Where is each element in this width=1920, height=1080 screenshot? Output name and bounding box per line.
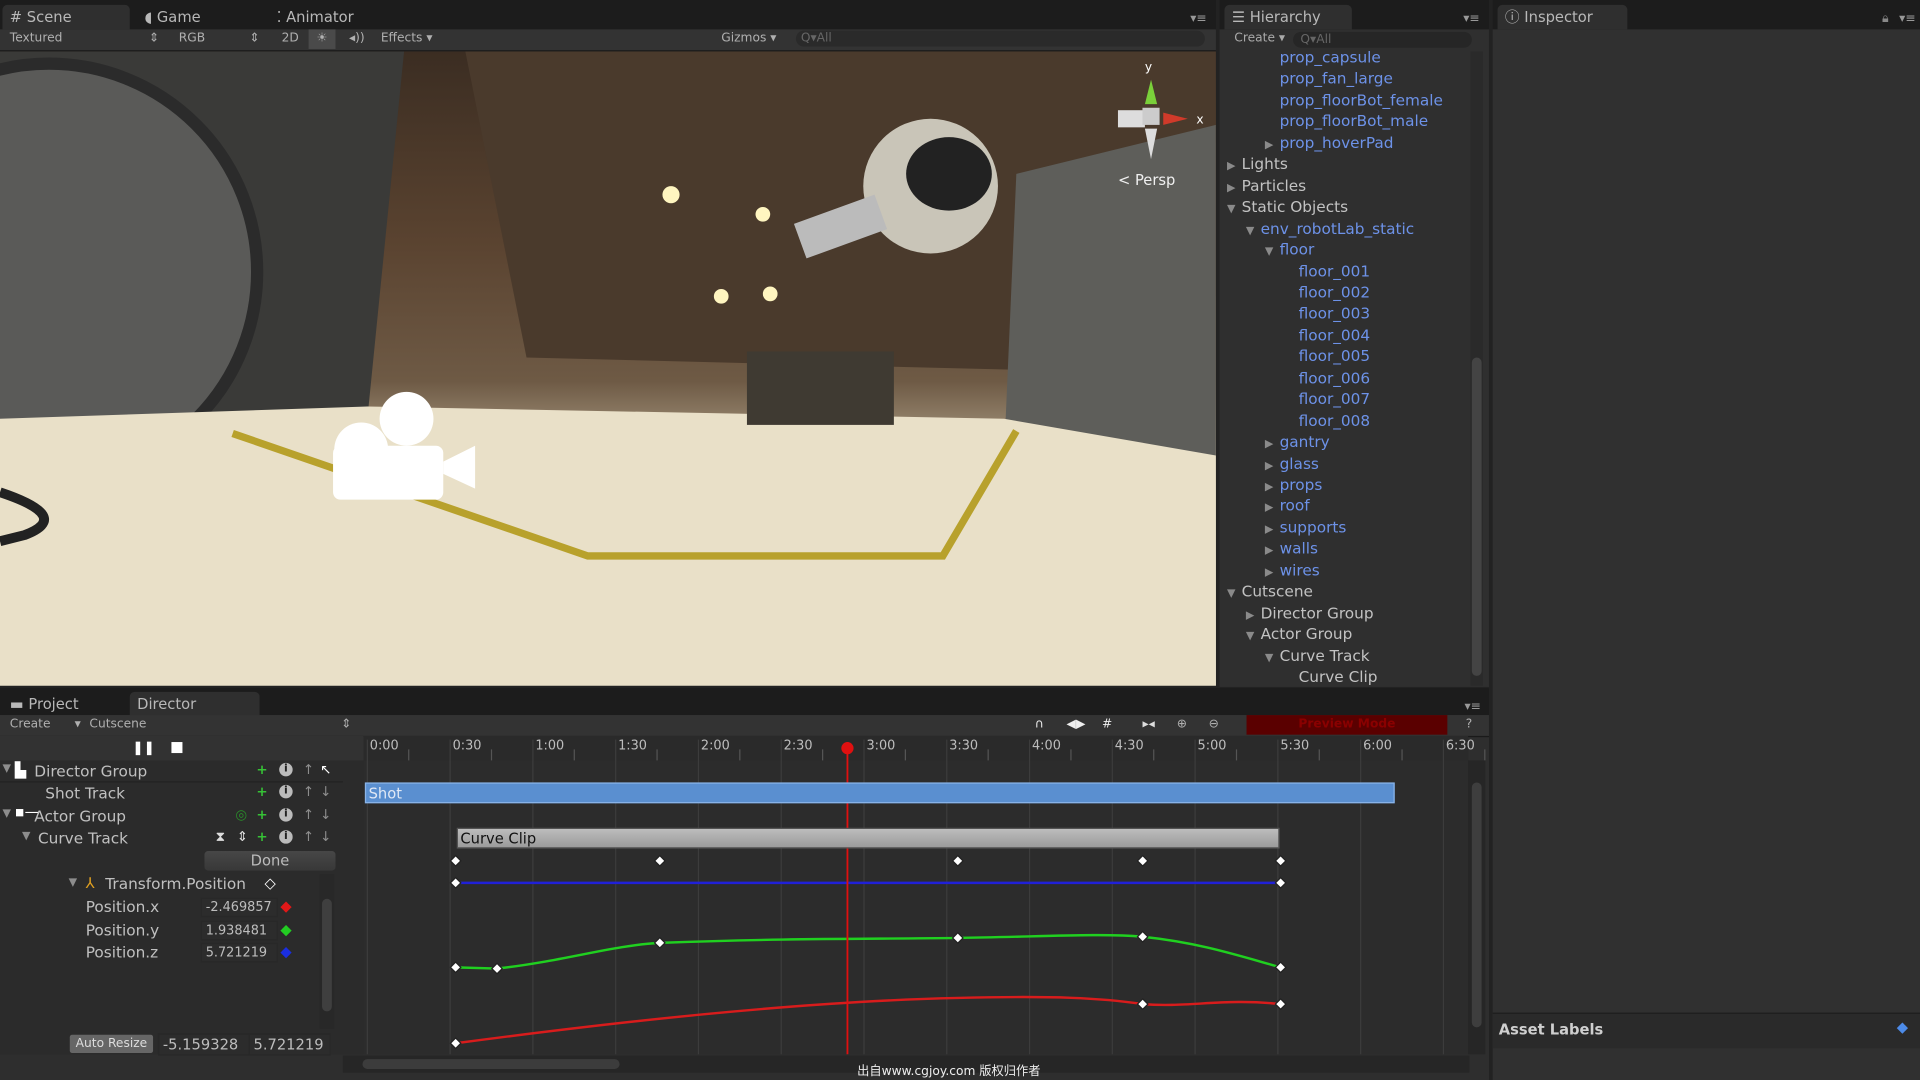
lock-icon[interactable]: 🔒︎ (1882, 12, 1889, 25)
inspector-panel: Asset Labels ◆ (1492, 29, 1920, 1080)
keyframe-point (449, 1037, 462, 1050)
tab-label: Inspector (1524, 8, 1593, 26)
clip-label: Curve Clip (460, 830, 537, 848)
y-curve (455, 933, 1281, 970)
keyframe-marker (449, 854, 462, 867)
timeline-vertical-scrollbar[interactable] (1468, 760, 1486, 1055)
asset-labels-title: Asset Labels (1498, 1021, 1604, 1039)
keyframe-marker (653, 854, 666, 867)
keyframe-point (1136, 998, 1149, 1011)
panel-menu-icon[interactable]: ▾≡ (1899, 12, 1915, 25)
playhead-handle[interactable] (841, 742, 854, 755)
keyframe-point (490, 962, 504, 975)
scrollbar-thumb[interactable] (1471, 782, 1482, 1028)
keyframe-point (951, 931, 964, 945)
keyframe-marker (1274, 854, 1287, 867)
curve-clip[interactable]: Curve Clip (456, 827, 1280, 849)
keyframe-point (1274, 998, 1287, 1011)
asset-labels-bar: Asset Labels ◆ (1492, 1012, 1920, 1049)
keyframe-point (1274, 961, 1287, 974)
timeline-canvas (366, 739, 1486, 1055)
keyframe-point (653, 936, 666, 949)
keyframe-point (449, 961, 462, 974)
unity-editor: # Scene ◖ Game ⁚ Animator ▾≡ Textured ⇕ R… (0, 0, 1920, 1080)
keyframe-marker (951, 854, 964, 867)
shot-clip[interactable]: Shot (364, 782, 1395, 804)
keyframe-point (449, 876, 462, 889)
keyframe-point (1136, 930, 1149, 943)
info-icon: ⓘ (1504, 8, 1520, 26)
clip-label: Shot (368, 784, 402, 803)
inspector-tab-bar: ⓘ Inspector 🔒︎ ▾≡ (1492, 0, 1920, 30)
watermark: 出自www.cgjoy.com 版权归作者 (857, 1065, 1041, 1079)
tag-icon[interactable]: ◆ (1897, 1019, 1908, 1036)
scrollbar-thumb[interactable] (362, 1059, 620, 1069)
keyframe-marker (1136, 854, 1149, 867)
tab-inspector[interactable]: ⓘ Inspector (1497, 4, 1628, 30)
keyframe-point (1274, 876, 1287, 889)
x-curve (455, 995, 1281, 1045)
